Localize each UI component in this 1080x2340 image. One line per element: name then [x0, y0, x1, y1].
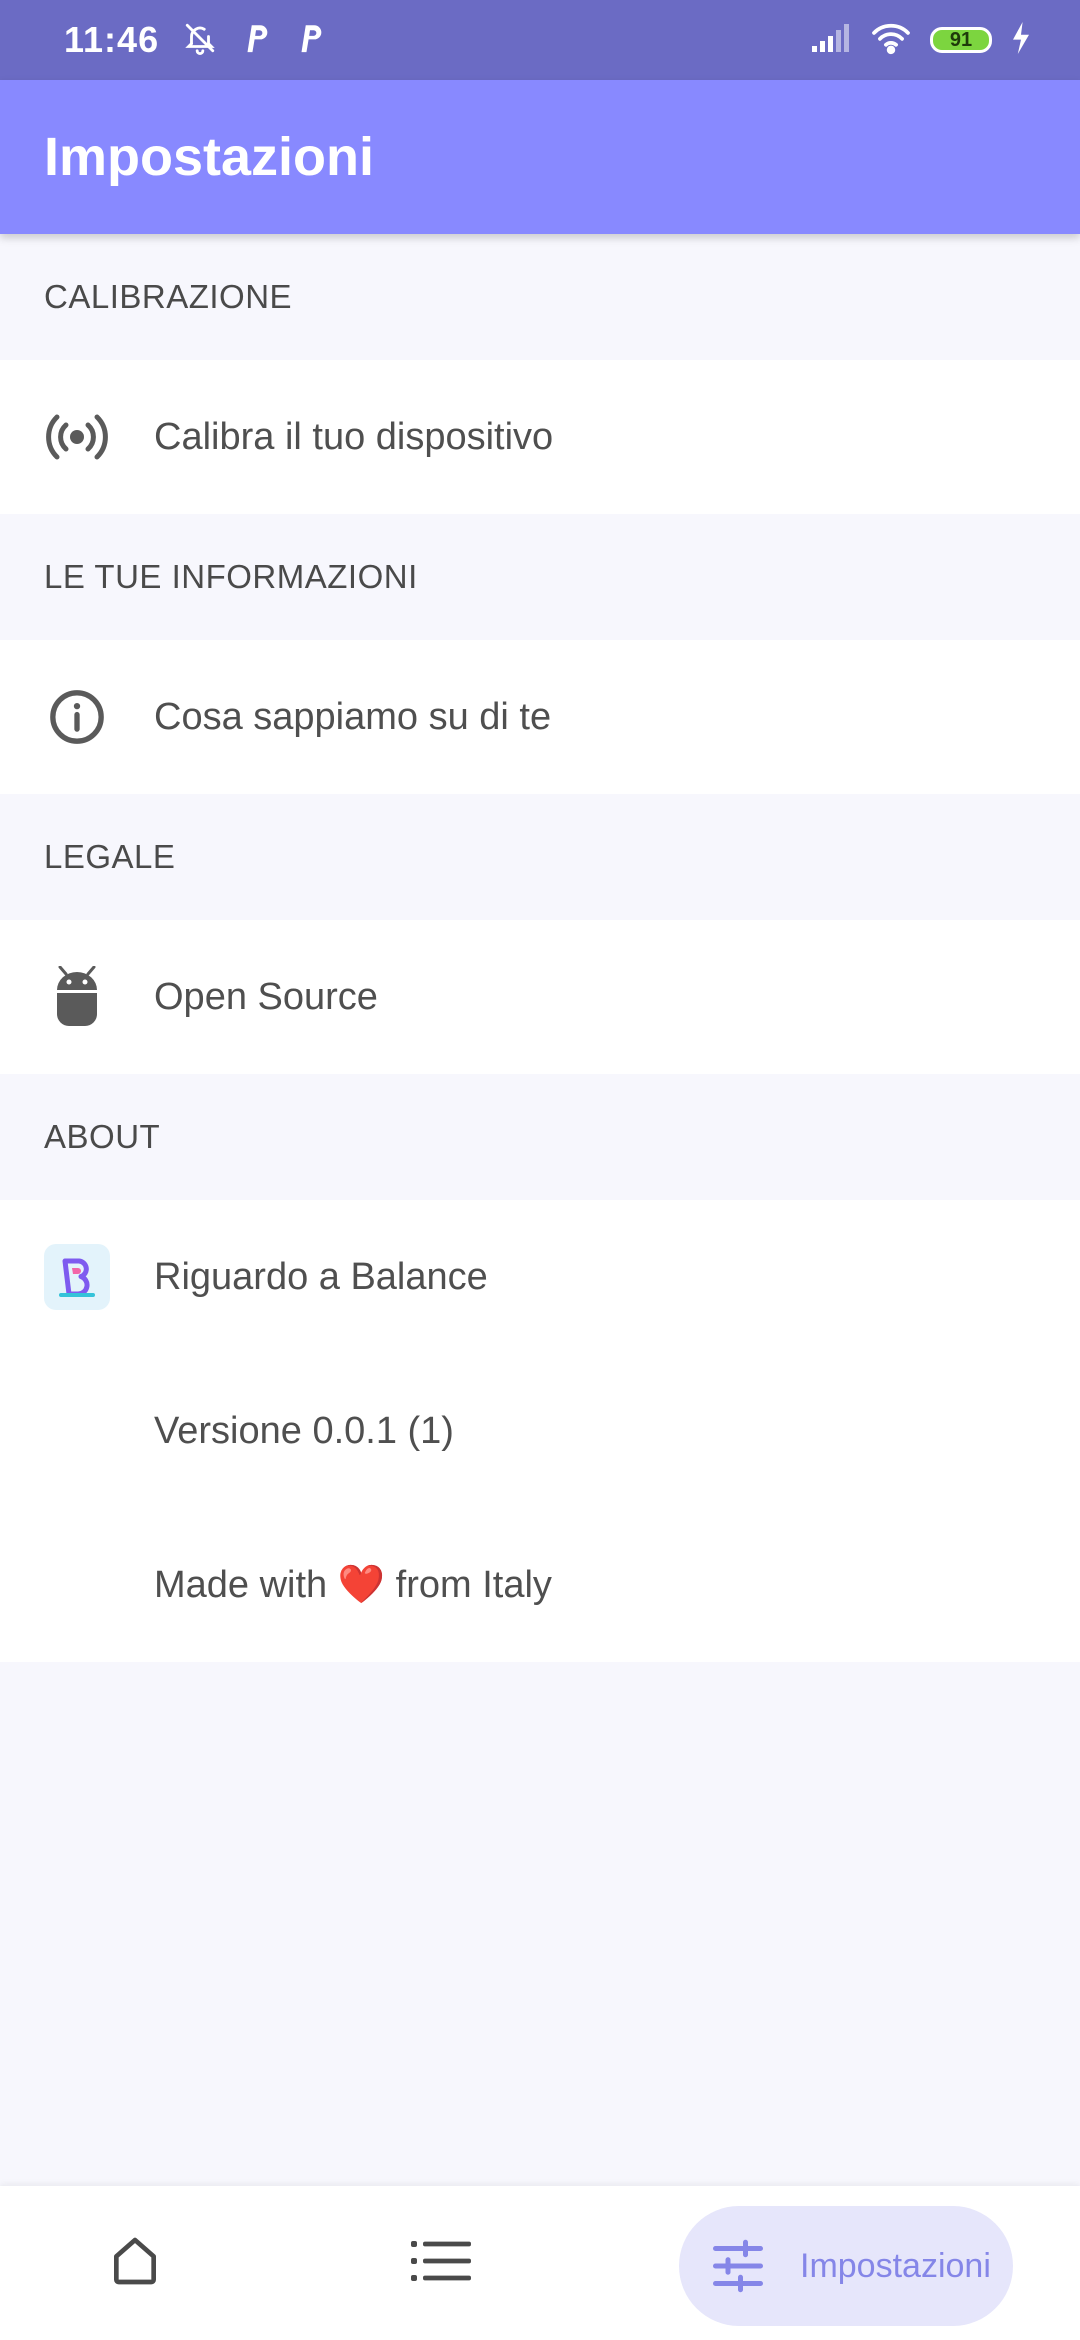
page-title: Impostazioni	[44, 127, 375, 187]
version-label: Versione 0.0.1 (1)	[154, 1409, 454, 1452]
status-right: 91	[810, 0, 1032, 80]
android-icon	[44, 964, 110, 1030]
calibrate-device-item[interactable]: Calibra il tuo dispositivo	[0, 360, 1080, 514]
info-icon	[44, 684, 110, 750]
status-bar: 11:46 91	[0, 0, 1080, 80]
heart-icon: ❤️	[337, 1564, 386, 1606]
bottom-nav: Impostazioni	[0, 2186, 1080, 2340]
parking-p-icon	[295, 21, 325, 60]
status-left: 11:46	[64, 0, 325, 80]
app-bar: Impostazioni	[0, 80, 1080, 234]
calibrate-device-label: Calibra il tuo dispositivo	[154, 415, 554, 458]
nav-list-button[interactable]	[407, 2226, 475, 2300]
version-item: Versione 0.0.1 (1)	[0, 1354, 1080, 1508]
made-with-item: Made with ❤️ from Italy	[0, 1508, 1080, 1662]
open-source-label: Open Source	[154, 975, 378, 1018]
list-icon	[411, 2237, 471, 2290]
parking-p-icon	[241, 21, 271, 60]
section-header-info: LE TUE INFORMAZIONI	[0, 514, 1080, 640]
section-header-legal: LEGALE	[0, 794, 1080, 920]
your-info-item[interactable]: Cosa sappiamo su di te	[0, 640, 1080, 794]
about-balance-label: Riguardo a Balance	[154, 1255, 488, 1298]
made-with-prefix: Made with	[154, 1564, 328, 1606]
radar-broadcast-icon	[44, 404, 110, 470]
charging-icon	[1010, 21, 1032, 59]
settings-list: CALIBRAZIONE Calibra il tuo dispositivo …	[0, 234, 1080, 1662]
nav-settings-button[interactable]: Impostazioni	[679, 2206, 1013, 2326]
sliders-icon	[703, 2231, 773, 2301]
balance-logo-icon	[44, 1244, 110, 1310]
bell-off-icon	[183, 21, 217, 60]
about-block: Riguardo a Balance Versione 0.0.1 (1) Ma…	[0, 1200, 1080, 1662]
open-source-item[interactable]: Open Source	[0, 920, 1080, 1074]
your-info-label: Cosa sappiamo su di te	[154, 695, 552, 738]
signal-icon	[810, 22, 852, 59]
made-with-label: Made with ❤️ from Italy	[154, 1563, 552, 1607]
section-header-about: ABOUT	[0, 1074, 1080, 1200]
wifi-icon	[870, 21, 912, 60]
about-balance-item[interactable]: Riguardo a Balance	[0, 1200, 1080, 1354]
battery-icon: 91	[930, 27, 992, 53]
section-header-calibration: CALIBRAZIONE	[0, 234, 1080, 360]
made-with-suffix: from Italy	[395, 1564, 552, 1606]
battery-level: 91	[949, 28, 973, 51]
status-time: 11:46	[64, 19, 160, 60]
nav-home-button[interactable]	[101, 2226, 169, 2300]
nav-settings-label: Impostazioni	[800, 2246, 991, 2285]
home-icon	[107, 2233, 163, 2294]
